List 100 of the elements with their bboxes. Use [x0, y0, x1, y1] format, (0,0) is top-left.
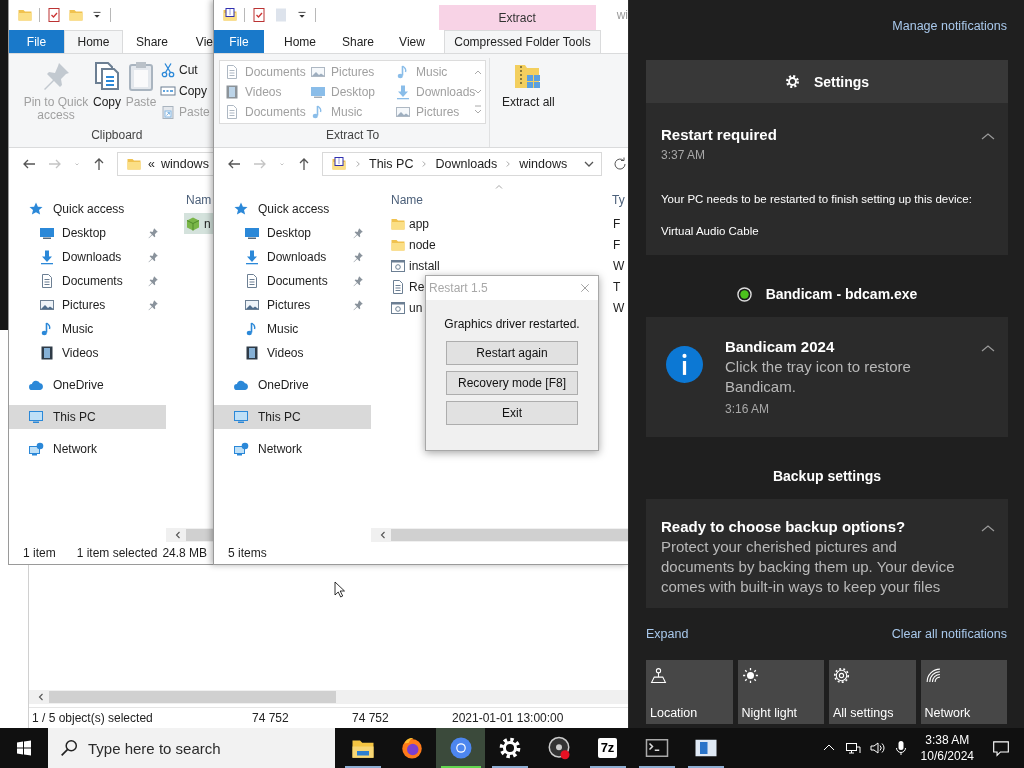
notification-card[interactable]: Bandicam 2024 Click the tray icon to restore Bandicam. 3:16 AM	[646, 317, 1008, 437]
expand-link[interactable]: Expand	[646, 627, 689, 641]
type-cell: F	[613, 216, 621, 231]
nav-item[interactable]: Network	[214, 437, 371, 461]
dialog-button[interactable]: Recovery mode [F8]	[446, 371, 578, 395]
mouse-cursor-icon	[334, 581, 346, 598]
monitor-icon	[244, 225, 260, 241]
ribbon-button[interactable]: Copy	[91, 58, 123, 126]
ribbon-tab[interactable]: Home	[264, 30, 336, 53]
speaker-icon[interactable]	[868, 740, 885, 756]
nav-item[interactable]: Music	[214, 317, 371, 341]
ribbon-button[interactable]: Extract all	[502, 58, 555, 126]
quick-action-tile[interactable]: Location	[646, 660, 733, 724]
horizontal-scrollbar[interactable]	[371, 528, 628, 542]
nav-item[interactable]: Quick access	[214, 197, 371, 221]
overflow-chevron[interactable]: «	[148, 157, 155, 171]
nav-item[interactable]: OneDrive	[9, 373, 166, 397]
ribbon-tab[interactable]: View	[380, 30, 444, 53]
notification-title: Restart required	[661, 125, 777, 145]
refresh-icon[interactable]	[612, 156, 628, 172]
nav-item[interactable]: Downloads	[214, 245, 371, 269]
status-text: 1 item selected	[76, 546, 158, 560]
group-header[interactable]: Settings	[646, 60, 1008, 103]
gear-icon	[833, 667, 850, 684]
nav-item[interactable]: Desktop	[9, 221, 166, 245]
group-label: Clipboard	[90, 127, 144, 144]
quick-action-tile[interactable]: All settings	[829, 660, 916, 724]
nav-item[interactable]: Pictures	[214, 293, 371, 317]
nav-item[interactable]: This PC	[9, 405, 166, 429]
search-field[interactable]: Type here to search	[48, 728, 335, 768]
cube-icon	[185, 215, 201, 232]
properties-icon[interactable]	[46, 7, 62, 23]
network-icon[interactable]	[844, 740, 861, 756]
nav-item[interactable]: Network	[9, 437, 166, 461]
column-header[interactable]: Name	[391, 183, 612, 207]
zip-folder-icon[interactable]	[222, 7, 238, 23]
properties-icon[interactable]	[251, 7, 267, 23]
message-icon[interactable]	[992, 739, 1010, 757]
file-menu-button[interactable]: File	[214, 30, 264, 53]
monitor-icon	[39, 225, 55, 241]
picture-icon	[395, 104, 411, 120]
ribbon-button[interactable]: Copy	[159, 81, 211, 101]
quick-action-tile[interactable]: Network	[920, 660, 1007, 724]
horizontal-scrollbar[interactable]	[166, 528, 215, 542]
window-title: wi	[616, 8, 628, 22]
context-tab-header: Extract	[438, 5, 596, 30]
gear-icon	[497, 736, 522, 760]
file-name: n	[204, 216, 211, 231]
column-header[interactable]: Nam	[186, 183, 212, 207]
status-text: 74 752	[352, 711, 390, 725]
ribbon-button[interactable]: Cut	[159, 60, 211, 80]
file-row[interactable]: n	[184, 213, 215, 234]
info-icon	[666, 346, 703, 383]
shortcut-icon	[160, 104, 176, 120]
ribbon-tab[interactable]: Compressed Folder Tools	[444, 30, 601, 53]
ribbon-tab[interactable]: Vie	[181, 30, 215, 53]
notification-card[interactable]: Restart required 3:37 AM Your PC needs to be restarted to finish setting up this device: Virtual Audio Cable	[646, 103, 1008, 255]
nav-item[interactable]: Documents	[214, 269, 371, 293]
notification-text: Protect your cherished pictures and documents by backing them up. Your device comes with built-in ways to keep your files	[661, 537, 956, 597]
record-icon	[546, 736, 571, 760]
group-label: Extract To	[324, 127, 381, 144]
breadcrumb[interactable]: Downloads	[435, 157, 498, 171]
clock[interactable]: 3:38 AM 10/6/2024	[912, 732, 982, 764]
nav-item[interactable]: Downloads	[9, 245, 166, 269]
windows-logo-icon	[16, 740, 32, 756]
document-icon	[224, 104, 240, 120]
column-header[interactable]: Ty	[612, 183, 625, 207]
dialog-button[interactable]: Exit	[446, 401, 578, 425]
breadcrumb[interactable]: windows	[519, 157, 568, 171]
nav-item[interactable]: Quick access	[9, 197, 166, 221]
ribbon-tab[interactable]: Home	[64, 30, 123, 53]
breadcrumb[interactable]: windows	[160, 157, 209, 171]
nav-item[interactable]: Music	[9, 317, 166, 341]
quick-action-tile[interactable]: Night light	[737, 660, 824, 724]
nav-item[interactable]: Videos	[214, 341, 371, 365]
status-text: 1 item	[23, 546, 56, 560]
nav-item[interactable]: This PC	[214, 405, 371, 429]
nav-item[interactable]: OneDrive	[214, 373, 371, 397]
address-bar[interactable]: This PC Downloads windows	[322, 152, 602, 176]
notification-card[interactable]: Ready to choose backup options? Protect your cherished pictures and documents by backing them up. Your device comes with built-in ways to keep your files	[646, 499, 1008, 608]
ribbon-tab[interactable]: Share	[336, 30, 380, 53]
nav-item[interactable]: Desktop	[214, 221, 371, 245]
group-title: Settings	[813, 73, 870, 90]
manage-link[interactable]: Manage notifications	[892, 19, 1007, 33]
picture-icon	[244, 297, 260, 313]
nav-item[interactable]: Documents	[9, 269, 166, 293]
notification-text: Virtual Audio Cable	[661, 224, 760, 239]
file-menu-button[interactable]: File	[9, 30, 64, 53]
ribbon-tab[interactable]: Share	[123, 30, 181, 53]
nav-item[interactable]: Videos	[9, 341, 166, 365]
dialog-message: Graphics driver restarted.	[443, 317, 581, 331]
breadcrumb[interactable]: This PC	[369, 157, 414, 171]
dialog-button[interactable]: Restart again	[446, 341, 578, 365]
horizontal-scrollbar[interactable]	[29, 690, 628, 704]
document-icon	[224, 64, 240, 80]
nav-item[interactable]: Pictures	[9, 293, 166, 317]
clear-all-link[interactable]: Clear all notifications	[891, 627, 1007, 641]
browser-icon	[399, 736, 424, 760]
type-cell: F	[613, 237, 621, 252]
folder-icon	[126, 156, 142, 172]
